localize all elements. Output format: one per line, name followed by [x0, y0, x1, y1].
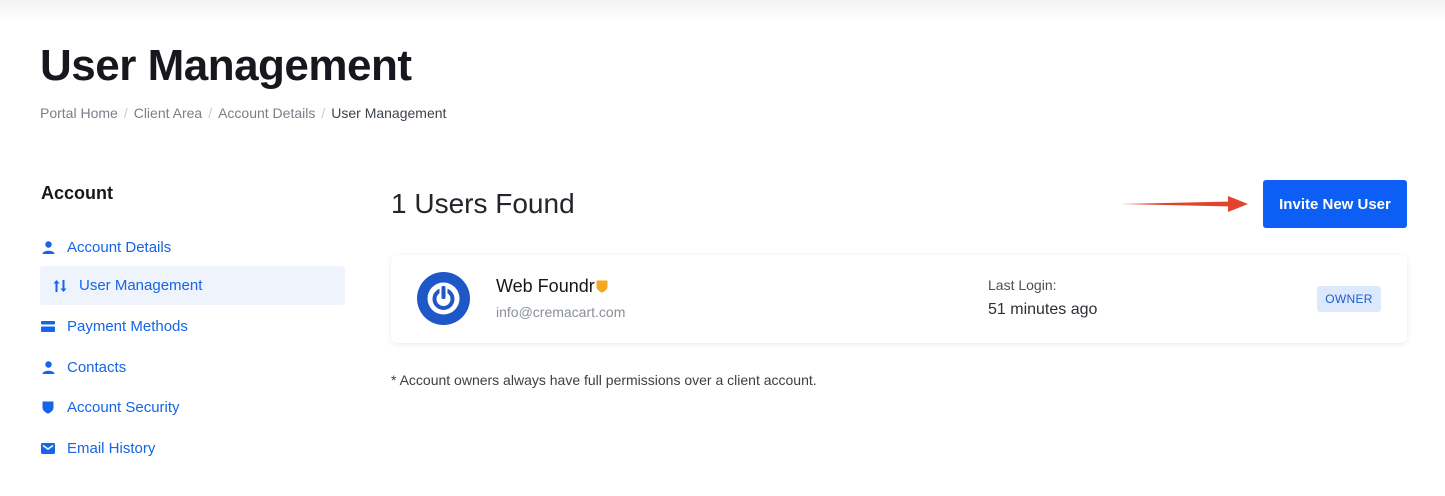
user-email: info@cremacart.com [496, 304, 626, 320]
breadcrumb-client-area[interactable]: Client Area [134, 105, 202, 121]
sidebar-item-label: Payment Methods [67, 318, 188, 335]
credit-card-icon [41, 320, 55, 334]
user-icon [41, 241, 55, 255]
last-login-label: Last Login: [988, 277, 1057, 293]
user-name-text: Web Foundr [496, 276, 595, 296]
arrow-annotation-icon [1120, 196, 1248, 212]
sidebar-item-account-security[interactable]: Account Security [40, 388, 345, 427]
breadcrumb-separator: / [321, 105, 326, 121]
page-title: User Management [40, 41, 412, 90]
sidebar-item-email-history[interactable]: Email History [40, 429, 345, 468]
breadcrumb-portal-home[interactable]: Portal Home [40, 105, 118, 121]
top-bar-shadow [0, 0, 1445, 22]
sidebar-item-label: Account Details [67, 239, 172, 256]
power-logo-icon [417, 272, 470, 325]
breadcrumb: Portal Home / Client Area / Account Deta… [40, 105, 446, 121]
breadcrumb-separator: / [123, 105, 128, 121]
owner-permissions-note: * Account owners always have full permis… [391, 372, 817, 388]
envelope-icon [41, 442, 55, 456]
invite-new-user-button[interactable]: Invite New User [1263, 180, 1407, 228]
sidebar-heading: Account [41, 183, 113, 203]
sort-arrows-icon [53, 279, 67, 293]
users-found-heading: 1 Users Found [391, 188, 575, 219]
sidebar-item-payment-methods[interactable]: Payment Methods [40, 307, 345, 346]
owner-shield-icon [596, 280, 608, 293]
user-icon [41, 361, 55, 375]
owner-badge: OWNER [1317, 286, 1381, 312]
avatar [417, 272, 470, 325]
user-card: Web Foundr info@cremacart.com Last Login… [391, 255, 1407, 343]
breadcrumb-separator: / [208, 105, 213, 121]
sidebar-item-label: Email History [67, 440, 156, 457]
sidebar-item-label: Account Security [67, 399, 180, 416]
sidebar-item-user-management[interactable]: User Management [40, 266, 345, 305]
account-sidebar: Account Account Details User Management … [40, 183, 345, 457]
breadcrumb-current: User Management [331, 105, 447, 121]
sidebar-item-contacts[interactable]: Contacts [40, 348, 345, 387]
shield-icon [41, 401, 55, 415]
user-name: Web Foundr [496, 276, 608, 297]
sidebar-item-label: Contacts [67, 359, 127, 376]
sidebar-item-account-details[interactable]: Account Details [40, 228, 345, 267]
sidebar-item-label: User Management [79, 277, 203, 294]
breadcrumb-account-details[interactable]: Account Details [218, 105, 315, 121]
last-login-value: 51 minutes ago [988, 301, 1098, 318]
